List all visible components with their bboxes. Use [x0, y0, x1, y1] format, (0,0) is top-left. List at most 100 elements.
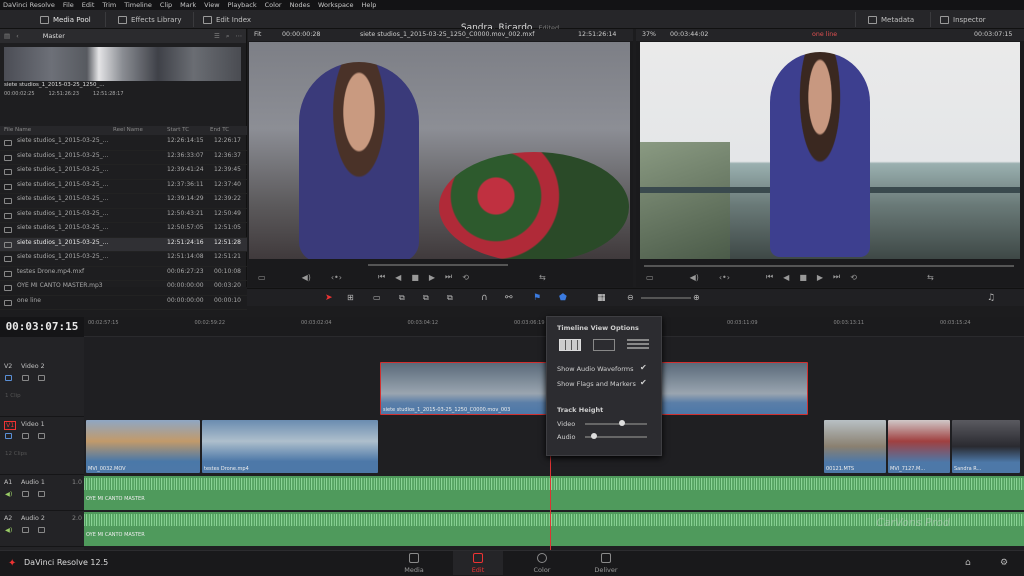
source-video-frame[interactable]	[249, 42, 630, 259]
v1-clip-mvi0032[interactable]: MVI_0032.MOV	[86, 420, 200, 473]
v1-clip-drone[interactable]: testes Drone.mp4	[202, 420, 378, 473]
track-header-a2[interactable]: A2 Audio 2 2.0 ◀)	[0, 511, 84, 547]
sidebar-toggle-icon[interactable]: ▤	[4, 32, 10, 40]
v1-clip-mvi7127[interactable]: MVI_7127.M...	[888, 420, 950, 473]
play-icon[interactable]: ▶	[429, 273, 435, 282]
match-frame-icon[interactable]: ⇆	[539, 273, 546, 282]
insert-clip-icon[interactable]: ⧉	[399, 293, 405, 303]
menu-edit[interactable]: Edit	[82, 1, 95, 9]
page-color[interactable]: Color	[517, 553, 567, 574]
auto-select-icon[interactable]	[22, 375, 29, 381]
inspector-button[interactable]: Inspector	[940, 13, 986, 26]
loop-icon[interactable]: ⟲	[462, 273, 469, 282]
link-icon[interactable]: ⚯	[505, 293, 513, 303]
auto-select-icon[interactable]	[22, 491, 29, 497]
list-item[interactable]: one line 00:00:00:00 00:00:10	[0, 296, 247, 310]
audio-height-handle[interactable]	[591, 433, 597, 439]
show-waveforms-checkbox[interactable]: ✔	[640, 363, 647, 372]
menu-file[interactable]: File	[63, 1, 74, 9]
page-edit[interactable]: Edit	[453, 551, 503, 575]
menu-app[interactable]: DaVinci Resolve	[3, 1, 55, 9]
stop-icon[interactable]: ■	[411, 273, 419, 282]
col-file-name[interactable]: File Name	[4, 127, 31, 133]
list-item[interactable]: siete studios_1_2015-03-25_... 12:50:43:2…	[0, 209, 247, 223]
v1-clip-sandra[interactable]: Sandra R...	[952, 420, 1020, 473]
speaker-icon[interactable]: ◀)	[5, 491, 12, 498]
edit-index-button[interactable]: Edit Index	[203, 13, 251, 26]
track-header-v2[interactable]: V2 Video 2 1 Clip	[0, 359, 84, 417]
page-deliver[interactable]: Deliver	[581, 553, 631, 574]
home-icon[interactable]: ⌂	[965, 558, 971, 568]
col-end-tc[interactable]: End TC	[210, 127, 229, 133]
menu-clip[interactable]: Clip	[160, 1, 172, 9]
video-height-handle[interactable]	[619, 420, 625, 426]
list-item[interactable]: OYE MI CANTO MASTER.mp3 00:00:00:00 00:03:…	[0, 281, 247, 296]
trim-tool-icon[interactable]: ⊞	[347, 293, 354, 302]
stop-icon[interactable]: ■	[799, 273, 807, 282]
track-enable-icon[interactable]	[38, 375, 45, 381]
loop-icon[interactable]: ⟲	[850, 273, 857, 282]
snapping-icon[interactable]: ∩	[481, 293, 488, 303]
source-zoom[interactable]: Fit	[254, 31, 261, 38]
video-height-slider[interactable]	[585, 423, 647, 425]
viewer-mode-icon[interactable]: ▭	[646, 273, 654, 282]
replace-clip-icon[interactable]: ⧉	[447, 293, 453, 303]
auto-select-icon[interactable]	[22, 527, 29, 533]
list-item[interactable]: siete studios_1_2015-03-25_... 12:50:57:0…	[0, 223, 247, 238]
jog-icon[interactable]: ‹•›	[331, 273, 342, 282]
metadata-button[interactable]: Metadata	[868, 13, 914, 26]
timeline-name[interactable]: one line	[812, 31, 837, 38]
menu-mark[interactable]: Mark	[180, 1, 196, 9]
media-pool-button[interactable]: Media Pool	[40, 13, 91, 26]
list-item[interactable]: siete studios_1_2015-03-25_... 12:37:36:1…	[0, 180, 247, 194]
auto-select-icon[interactable]	[22, 433, 29, 439]
skip-start-icon[interactable]: ⏮	[378, 272, 385, 282]
match-frame-icon[interactable]: ⇆	[927, 273, 934, 282]
clip-thumbnail-strip[interactable]	[4, 47, 241, 81]
flag-icon[interactable]: ⚑	[533, 293, 541, 303]
zoom-out-icon[interactable]: ⊖	[627, 293, 634, 302]
list-item[interactable]: siete studios_1_2015-03-25_... 12:26:14:1…	[0, 136, 247, 151]
list-item[interactable]: siete studios_1_2015-03-25_... 12:51:24:1…	[0, 237, 247, 252]
track-header-v1[interactable]: V1 Video 1 12 Clips	[0, 417, 84, 475]
timeline-video-frame[interactable]	[640, 42, 1020, 259]
menu-trim[interactable]: Trim	[102, 1, 116, 9]
track-header-a1[interactable]: A1 Audio 1 1.0 ◀)	[0, 475, 84, 511]
list-item[interactable]: siete studios_1_2015-03-25_... 12:39:14:2…	[0, 194, 247, 209]
menu-color[interactable]: Color	[265, 1, 282, 9]
show-flags-checkbox[interactable]: ✔	[640, 378, 647, 387]
speaker-icon[interactable]: ◀)	[5, 527, 12, 534]
page-media[interactable]: Media	[389, 553, 439, 574]
audio-meter-icon[interactable]: ♫	[987, 293, 995, 303]
settings-gear-icon[interactable]: ⚙	[1000, 558, 1008, 568]
menu-playback[interactable]: Playback	[228, 1, 257, 9]
zoom-slider[interactable]	[641, 297, 691, 299]
lock-icon[interactable]	[5, 433, 12, 439]
skip-start-icon[interactable]: ⏮	[766, 272, 773, 282]
skip-end-icon[interactable]: ⏭	[445, 272, 452, 282]
list-item[interactable]: siete studios_1_2015-03-25_... 12:36:33:0…	[0, 151, 247, 165]
timeline-viewer-scrubber[interactable]	[644, 265, 1014, 267]
list-view-icon[interactable]: ☰	[214, 32, 220, 40]
view-filmstrip-icon[interactable]	[559, 339, 581, 351]
search-icon[interactable]: ⌕	[226, 32, 230, 41]
menu-nodes[interactable]: Nodes	[290, 1, 310, 9]
col-start-tc[interactable]: Start TC	[167, 127, 189, 133]
menu-timeline[interactable]: Timeline	[124, 1, 152, 9]
lock-icon[interactable]	[5, 375, 12, 381]
viewer-mode-icon[interactable]: ▭	[258, 273, 266, 282]
menu-workspace[interactable]: Workspace	[318, 1, 354, 9]
v1-clip-00121[interactable]: 00121.MTS	[824, 420, 886, 473]
menu-help[interactable]: Help	[362, 1, 377, 9]
jog-icon[interactable]: ‹•›	[719, 273, 730, 282]
col-reel-name[interactable]: Reel Name	[113, 127, 143, 133]
volume-icon[interactable]: ◀)	[690, 273, 699, 282]
list-item[interactable]: siete studios_1_2015-03-25_... 12:51:14:0…	[0, 252, 247, 267]
timeline-zoom[interactable]: 37%	[642, 31, 656, 38]
track-enable-icon[interactable]	[38, 433, 45, 439]
view-simple-icon[interactable]	[627, 339, 649, 351]
view-thumbnail-icon[interactable]	[593, 339, 615, 351]
play-icon[interactable]: ▶	[817, 273, 823, 282]
blade-tool-icon[interactable]: ▭	[373, 293, 381, 302]
marker-icon[interactable]: ⬟	[559, 293, 567, 303]
